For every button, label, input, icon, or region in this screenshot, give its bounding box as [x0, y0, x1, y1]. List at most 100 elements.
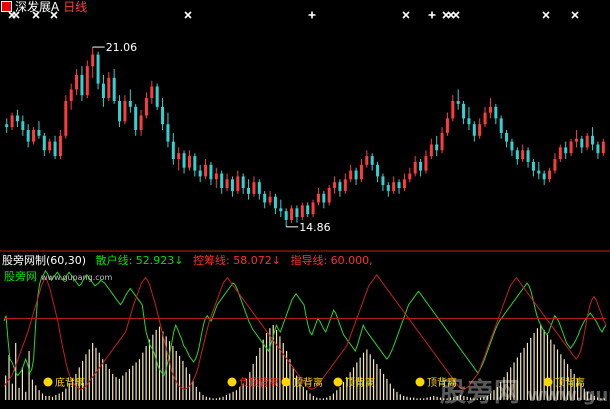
candle-body: [322, 193, 326, 203]
candle-body: [193, 156, 197, 171]
candle-body: [548, 170, 552, 180]
candle-body: [273, 196, 277, 209]
candle-body: [488, 106, 492, 113]
candle-body: [268, 196, 272, 203]
candle-body: [333, 182, 337, 188]
candle-body: [123, 101, 127, 122]
candle-body: [467, 118, 471, 125]
candle-body: [397, 182, 401, 188]
candle-body: [128, 101, 132, 107]
candle-body: [531, 161, 535, 171]
guide-value: 60.000,: [330, 254, 373, 267]
retail-arrow: ↓: [174, 254, 184, 267]
candle-body: [5, 124, 9, 128]
site-url: www.gupang.com: [41, 273, 113, 282]
period-label: 日线: [63, 0, 88, 14]
candle-body: [376, 164, 380, 177]
candle-body: [204, 164, 208, 177]
candle-body: [96, 54, 100, 84]
candle-body: [214, 173, 218, 180]
candle-body: [284, 211, 288, 220]
candle-body: [413, 161, 417, 174]
signal-dot: [333, 377, 343, 387]
control-value: 58.072: [233, 254, 272, 267]
candle-body: [462, 103, 466, 119]
site-credit: 股旁网 www.gupang.com: [4, 270, 112, 284]
star-marker-icon: [184, 11, 192, 19]
signal-dot: [227, 377, 237, 387]
candle-body: [445, 118, 449, 133]
candle-body: [585, 135, 589, 148]
candle-body: [10, 115, 14, 128]
candle-body: [478, 124, 482, 136]
signal-label: 顶背离: [293, 376, 323, 389]
candle-body: [515, 150, 519, 159]
signal-label: 顶背离: [345, 376, 375, 389]
candle-body: [80, 74, 84, 96]
control-arrow: ↓: [271, 254, 281, 267]
signal-label: 底背离: [55, 376, 85, 389]
candle-body: [327, 188, 331, 203]
candle-body: [118, 101, 122, 122]
candle-body: [440, 132, 444, 151]
candle-body: [537, 170, 541, 174]
candle-body: [338, 182, 342, 191]
candle-body: [107, 77, 111, 99]
candle-body: [429, 144, 433, 157]
stock-marker-icon: [1, 1, 12, 12]
watermark-en: www.gupang.com: [527, 385, 610, 406]
candle-body: [306, 205, 310, 215]
candle-body: [381, 176, 385, 186]
candle-body: [386, 185, 390, 191]
candle-body: [161, 106, 165, 125]
candle-body: [392, 182, 396, 191]
candle-body: [574, 138, 578, 142]
stock-chart[interactable]: 21.0614.86 底背离 负顶背离 顶背离 顶背离 顶背离 顶背离: [0, 0, 610, 407]
candle-body: [451, 101, 455, 119]
chart-title: 深发展A 日线: [1, 1, 87, 14]
candle-body: [564, 147, 568, 154]
candle-body: [558, 147, 562, 159]
guide-label: 指导线:: [290, 254, 328, 267]
candle-body: [499, 118, 503, 133]
candle-body: [257, 182, 261, 194]
candle-body: [542, 173, 546, 180]
candle-body: [553, 159, 557, 171]
candle-body: [311, 202, 315, 215]
ticker-name: 深发展A: [15, 0, 60, 14]
candle-body: [419, 161, 423, 171]
star-marker-icon: [542, 11, 550, 19]
candle-body: [510, 141, 514, 151]
candle-body: [85, 66, 89, 96]
candle-body: [359, 164, 363, 180]
candle-body: [279, 208, 283, 212]
candle-body: [42, 135, 46, 151]
candle-body: [220, 173, 224, 188]
candle-body: [26, 130, 30, 142]
candle-body: [209, 164, 213, 180]
candle-body: [263, 193, 267, 203]
retail-value: 52.923: [135, 254, 175, 267]
candle-body: [494, 106, 498, 119]
control-label: 控筹线:: [193, 254, 230, 267]
candle-body: [580, 138, 584, 148]
signal-label: 负顶背离: [239, 376, 279, 389]
price-annotations: 21.06 14.86: [92, 41, 331, 234]
candle-body: [150, 86, 154, 99]
candle-body: [15, 115, 19, 122]
signal-dot: [43, 377, 53, 387]
candle-body: [37, 130, 41, 136]
candle-body: [424, 156, 428, 171]
candle-body: [155, 86, 159, 107]
low-price-label: 14.86: [299, 221, 331, 234]
candle-body: [521, 150, 525, 159]
plus-marker-icon: [308, 11, 316, 19]
candle-body: [316, 193, 320, 203]
candle-body: [69, 89, 73, 101]
candle-body: [177, 153, 181, 159]
candle-body: [569, 141, 573, 154]
candle-body: [139, 115, 143, 130]
candle-body: [64, 101, 68, 136]
candle-body: [408, 173, 412, 180]
candle-body: [483, 112, 487, 125]
